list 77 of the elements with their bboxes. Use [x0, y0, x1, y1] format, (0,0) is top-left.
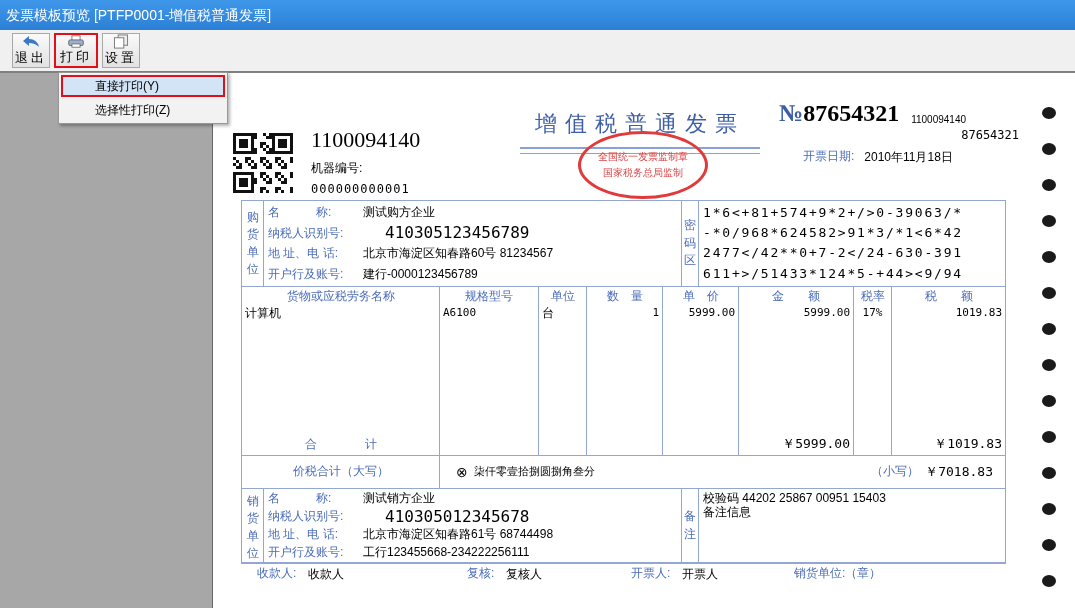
stamp-text: 国家税务总局监制 — [603, 168, 683, 178]
machine-number: 000000000001 — [311, 181, 411, 196]
window-title: 发票模板预览 [PTFP0001-增值税普通发票] — [6, 6, 272, 24]
amount-in-words: 柒仟零壹拾捌圆捌角叁分 — [473, 465, 596, 479]
field-value: 北京市海淀区知春路60号 81234567 — [363, 247, 555, 261]
field-value: 测试销方企业 — [363, 492, 436, 506]
field-label: 名 称: — [268, 492, 333, 506]
field-value: 410305123456789 — [384, 224, 531, 242]
table-cell: 5999.00 — [688, 306, 735, 320]
cipher-line: 611+>/51433*124*5-+44><9/94 — [703, 266, 964, 281]
total-label: 合 计 — [304, 436, 377, 452]
date-label: 开票日期: — [803, 150, 855, 165]
field-value: 工行123455668-234222256111 — [363, 545, 531, 559]
sum-label: 价税合计（大写） — [292, 465, 389, 479]
signature-name: 复核人 — [506, 567, 543, 582]
cipher-line: 2477</42**0+7-2</24-630-391 — [703, 246, 964, 261]
invoice-date: 2010年11月18日 — [864, 150, 953, 165]
table-cell: 1019.83 — [955, 306, 1002, 320]
column-header: 数 量 — [606, 288, 643, 304]
table-cell: 计算机 — [245, 305, 281, 321]
small-amount-label: （小写） — [871, 465, 920, 479]
total-amount: ￥5999.00 — [782, 436, 850, 452]
menu-item[interactable]: 直接打印(Y) — [61, 75, 225, 97]
column-header: 金 额 — [772, 288, 820, 304]
column-header: 税率 — [860, 288, 885, 304]
column-header: 规格型号 — [465, 288, 513, 304]
cipher-line: -*0/968*624582>91*3/*1<6*42 — [703, 226, 964, 241]
field-label: 名 称: — [268, 205, 333, 219]
table-cell: A6100 — [443, 306, 477, 320]
toolbar-button[interactable]: 打印 — [54, 33, 98, 68]
printer-icon — [66, 35, 86, 48]
table-cell: 5999.00 — [803, 306, 850, 320]
invoice-number: №87654321 — [779, 99, 900, 128]
field-label: 地 址、电 话: — [268, 527, 339, 541]
qr-code-icon — [233, 133, 293, 193]
party-side-label: 购货单位 — [246, 208, 259, 278]
signature-label: 销货单位:（章） — [794, 567, 882, 582]
party-side-label: 销货单位 — [246, 493, 259, 562]
column-header: 单 价 — [682, 288, 719, 304]
toolbar-button[interactable]: 退出 — [12, 33, 50, 68]
invoice-code: 1100094140 — [911, 113, 966, 127]
table-cell: 17% — [862, 306, 883, 320]
amount-in-figures: ￥7018.83 — [925, 464, 993, 480]
field-value: 测试购方企业 — [363, 205, 436, 219]
column-header: 单位 — [550, 288, 575, 304]
field-label: 开户行及账号: — [268, 268, 345, 282]
remark-text: 备注信息 — [703, 505, 752, 520]
column-header: 税 额 — [924, 288, 973, 304]
total-tax: ￥1019.83 — [934, 436, 1002, 452]
table-cell: 1 — [652, 306, 659, 320]
field-value: 建行-0000123456789 — [363, 268, 479, 282]
remark-text: 校验码 44202 25867 00951 15403 — [703, 491, 887, 506]
section-label: 备注 — [684, 508, 696, 543]
menu-item[interactable]: 选择性打印(Z) — [61, 99, 225, 121]
signature-label: 复核: — [467, 567, 495, 582]
circled-x-icon: ⊗ — [456, 463, 468, 481]
stamp-text: 全国统一发票监制章 — [598, 152, 688, 162]
signature-label: 开票人: — [631, 567, 671, 582]
field-label: 纳税人识别号: — [268, 226, 345, 240]
column-header: 货物或应税劳务名称 — [286, 288, 395, 304]
signature-label: 收款人: — [257, 567, 297, 582]
pages-icon — [112, 34, 130, 49]
cipher-line: 1*6<+81+574+9*2+/>0-39063/* — [703, 205, 964, 221]
signature-name: 开票人 — [682, 567, 719, 582]
toolbar-button[interactable]: 设置 — [102, 33, 140, 68]
field-value: 北京市海淀区知春路61号 68744498 — [363, 527, 555, 541]
machine-label: 机器编号: — [311, 161, 364, 176]
field-label: 开户行及账号: — [268, 545, 345, 559]
field-label: 纳税人识别号: — [268, 510, 345, 524]
back-arrow-icon — [21, 35, 41, 49]
signature-name: 收款人 — [308, 567, 345, 582]
field-value: 410305012345678 — [384, 507, 531, 526]
field-label: 地 址、电 话: — [268, 247, 339, 261]
invoice-code: 1100094140 — [311, 126, 422, 154]
section-label: 密码区 — [684, 217, 696, 270]
table-cell: 台 — [542, 305, 554, 321]
invoice-number: 87654321 — [961, 127, 1019, 143]
